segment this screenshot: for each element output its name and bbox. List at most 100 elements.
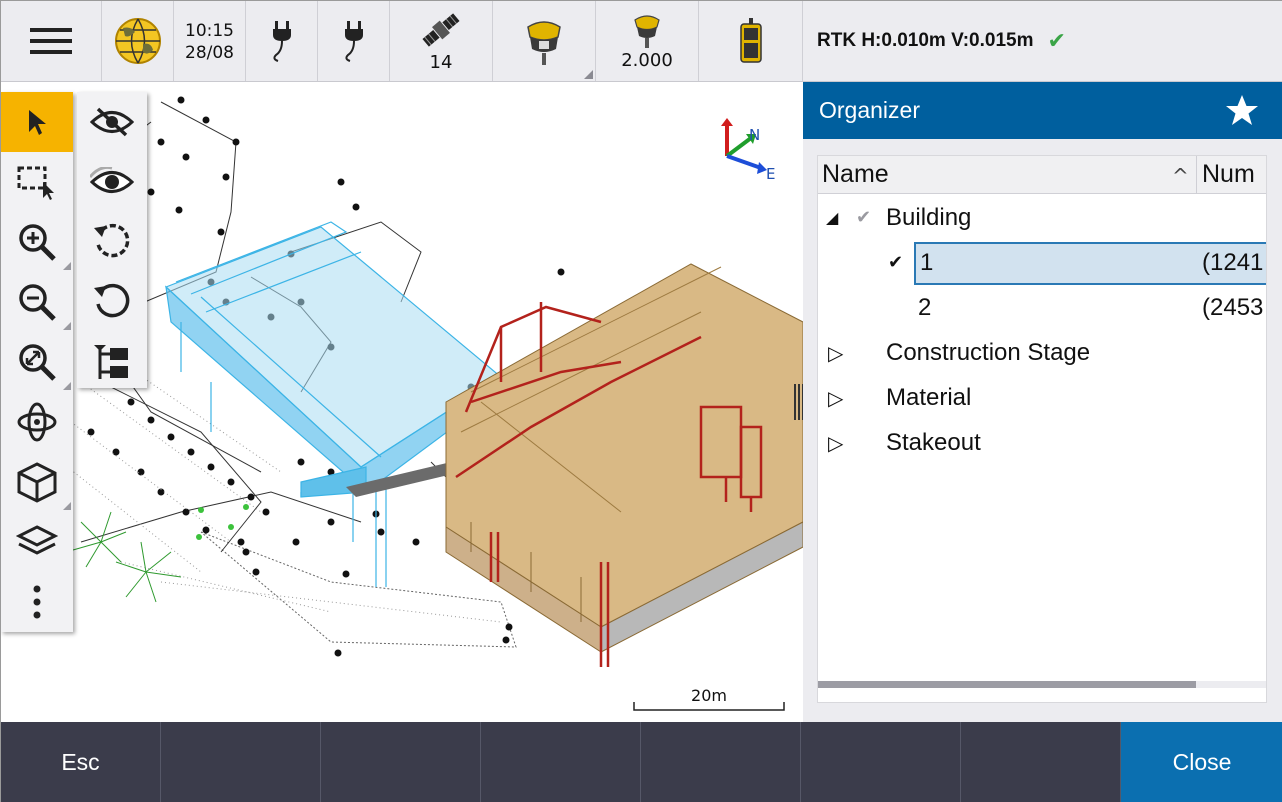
tree-node-num: (1241 xyxy=(1202,249,1264,276)
satellites-button[interactable]: 14 xyxy=(390,1,493,81)
softkey-empty-7 xyxy=(961,722,1121,802)
tree-node-building[interactable]: ◢ ✔ Building xyxy=(818,196,1266,241)
tree-node-label: Building xyxy=(886,204,972,231)
axis-indicator: N E xyxy=(721,118,775,183)
hide-selection-button[interactable] xyxy=(77,92,147,152)
bottom-softkey-bar: Esc Close xyxy=(1,722,1282,802)
tree-node-stakeout[interactable]: ▷ Stakeout xyxy=(818,421,1266,466)
esc-button[interactable]: Esc xyxy=(1,722,161,802)
power-status-1[interactable] xyxy=(246,1,318,81)
panel-splitter-handle[interactable] xyxy=(792,382,803,422)
antenna-height-button[interactable]: 2.000 xyxy=(596,1,699,81)
zoom-extents-tool-button[interactable] xyxy=(1,332,73,392)
column-num-header[interactable]: Num xyxy=(1202,160,1255,189)
check-icon[interactable]: ✔ xyxy=(856,207,871,228)
expand-triangle-icon[interactable]: ▷ xyxy=(828,386,843,411)
organizer-tree[interactable]: Name ^ Num ◢ ✔ Building ✔ 1 (1241 2 (245… xyxy=(817,155,1267,703)
softkey-empty-5 xyxy=(641,722,801,802)
zoom-out-icon xyxy=(19,284,56,321)
controller-button[interactable] xyxy=(699,1,803,81)
expand-triangle-icon[interactable]: ▷ xyxy=(828,341,843,366)
collapse-triangle-icon[interactable]: ◢ xyxy=(826,208,838,228)
show-icon xyxy=(90,167,134,193)
softkey-empty-6 xyxy=(801,722,961,802)
power-plug-icon xyxy=(344,21,363,62)
menu-icon xyxy=(30,28,72,54)
box-select-tool-button[interactable] xyxy=(1,152,73,212)
status-bar: 10:15 28/08 14 2.000 xyxy=(1,1,803,82)
orbit-tool-button[interactable] xyxy=(1,392,73,452)
rotate-cw-icon xyxy=(94,283,130,318)
rtk-precision-text: RTK H:0.010m V:0.015m xyxy=(817,30,1034,51)
antenna-height-value: 2.000 xyxy=(621,49,673,71)
map-toolbar-secondary xyxy=(77,92,147,388)
job-button[interactable] xyxy=(102,1,174,81)
controller-icon xyxy=(739,18,762,63)
globe-icon xyxy=(114,18,161,64)
more-icon xyxy=(33,585,41,619)
scrollbar-thumb[interactable] xyxy=(818,681,1196,688)
box-select-icon xyxy=(17,166,54,200)
zoom-out-tool-button[interactable] xyxy=(1,272,73,332)
expand-triangle-icon[interactable]: ▷ xyxy=(828,431,843,456)
time-date: 10:15 28/08 xyxy=(174,1,246,81)
more-tools-button[interactable] xyxy=(1,572,73,632)
satellite-icon xyxy=(422,12,460,47)
tree-node-material[interactable]: ▷ Material xyxy=(818,376,1266,421)
favorite-star-icon[interactable] xyxy=(1225,94,1259,128)
tree-node-label: 1 xyxy=(920,249,934,276)
organizer-title: Organizer xyxy=(819,97,920,123)
layers-tool-button[interactable] xyxy=(1,512,73,572)
gnss-receiver-icon xyxy=(527,21,561,65)
power-plug-icon xyxy=(272,21,291,62)
date-text: 28/08 xyxy=(185,43,234,63)
view-cube-tool-button[interactable] xyxy=(1,452,73,512)
zoom-extents-icon xyxy=(19,344,56,381)
satellite-count: 14 xyxy=(429,51,453,73)
rtk-status[interactable]: RTK H:0.010m V:0.015m ✔ xyxy=(803,1,1282,82)
redo-rotate-button[interactable] xyxy=(77,272,147,332)
organizer-header: Organizer xyxy=(803,82,1282,139)
hide-icon xyxy=(90,107,134,137)
map-toolbar-primary xyxy=(1,92,73,632)
check-icon[interactable]: ✔ xyxy=(888,252,903,273)
tree-node-construction-stage[interactable]: ▷ Construction Stage xyxy=(818,331,1266,376)
east-label: E xyxy=(766,165,775,183)
check-icon: ✔ xyxy=(1047,28,1066,54)
tree-node-label: Material xyxy=(886,384,972,411)
zoom-in-icon xyxy=(19,224,56,261)
undo-rotate-button[interactable] xyxy=(77,212,147,272)
menu-button[interactable] xyxy=(1,1,102,81)
tree-node-2[interactable]: 2 (2453 xyxy=(818,286,1266,331)
tree-node-label: Construction Stage xyxy=(886,339,1091,366)
close-button[interactable]: Close xyxy=(1121,722,1282,802)
tree-icon xyxy=(94,345,128,379)
organizer-tree-button[interactable] xyxy=(77,332,147,392)
north-label: N xyxy=(749,126,760,144)
sort-ascending-icon[interactable]: ^ xyxy=(1172,164,1189,188)
rotate-ccw-icon xyxy=(94,223,130,258)
select-icon xyxy=(29,110,46,135)
horizontal-scrollbar[interactable] xyxy=(818,681,1266,688)
softkey-empty-4 xyxy=(481,722,641,802)
layers-icon xyxy=(16,525,58,555)
zoom-in-tool-button[interactable] xyxy=(1,212,73,272)
tree-node-num: (2453 xyxy=(1202,294,1264,321)
select-tool-button[interactable] xyxy=(1,92,73,152)
map-view[interactable]: N E 20m xyxy=(1,82,803,722)
organizer-panel: Organizer Name ^ Num ◢ ✔ Building ✔ 1 (1… xyxy=(803,82,1282,722)
view-cube-icon xyxy=(17,462,57,503)
column-name-header[interactable]: Name xyxy=(822,160,889,189)
tree-node-label: 2 xyxy=(918,294,932,321)
receiver-button[interactable] xyxy=(493,1,596,81)
app-window: 10:15 28/08 14 2.000 RTK H:0.010m V:0.01… xyxy=(0,0,1282,802)
tree-node-1[interactable]: ✔ 1 (1241 xyxy=(818,241,1266,286)
power-status-2[interactable] xyxy=(318,1,390,81)
show-all-button[interactable] xyxy=(77,152,147,212)
softkey-empty-2 xyxy=(161,722,321,802)
softkey-empty-3 xyxy=(321,722,481,802)
tree-node-label: Stakeout xyxy=(886,429,981,456)
time-text: 10:15 xyxy=(185,21,234,41)
gnss-receiver-icon xyxy=(634,14,660,48)
scale-bar: 20m xyxy=(633,680,785,716)
